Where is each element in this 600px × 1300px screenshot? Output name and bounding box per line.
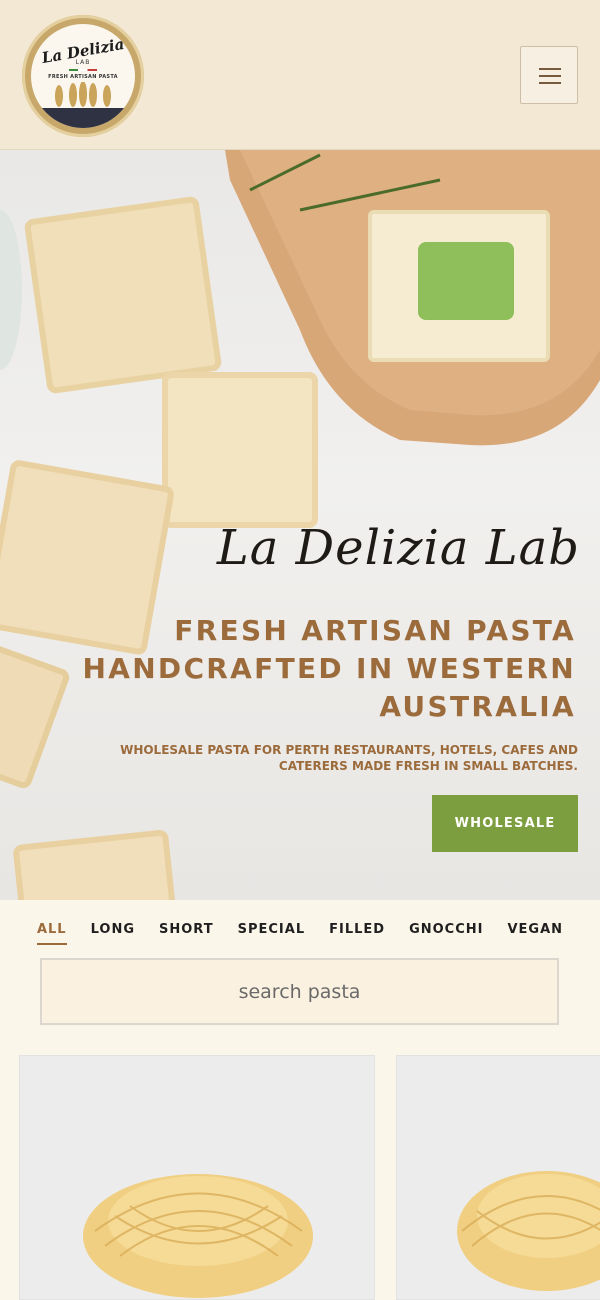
pasta-nest-image xyxy=(83,1174,313,1298)
logo-lab-text: LAB xyxy=(75,59,91,66)
tab-short[interactable]: SHORT xyxy=(159,922,214,945)
italian-flag-icon xyxy=(69,69,97,71)
wheat-icon xyxy=(55,82,111,107)
tab-all[interactable]: ALL xyxy=(36,922,67,945)
product-grid xyxy=(0,1050,600,1300)
pasta-nest-image xyxy=(457,1171,600,1291)
hamburger-icon xyxy=(539,68,561,70)
product-card[interactable] xyxy=(19,1055,375,1300)
tab-long[interactable]: LONG xyxy=(91,922,135,945)
product-card[interactable] xyxy=(396,1055,600,1300)
logo-band xyxy=(31,108,135,128)
hero-subheadline: WHOLESALE PASTA FOR PERTH RESTAURANTS, H… xyxy=(120,743,578,773)
tab-filled[interactable]: FILLED xyxy=(329,922,385,945)
logo-tagline: FRESH ARTISAN PASTA xyxy=(48,74,118,80)
tab-gnocchi[interactable]: GNOCCHI xyxy=(409,922,483,945)
tab-special[interactable]: SPECIAL xyxy=(238,922,306,945)
hero-headline: FRESH ARTISAN PASTA HANDCRAFTED IN WESTE… xyxy=(82,614,576,723)
logo-badge: La Delizia LAB FRESH ARTISAN PASTA xyxy=(31,24,135,128)
wholesale-button[interactable]: WHOLESALE xyxy=(432,795,578,852)
pasta-filter-bar: ALL LONG SHORT SPECIAL FILLED GNOCCHI VE… xyxy=(0,900,600,1050)
search-pasta-input[interactable] xyxy=(40,958,559,1025)
brand-logo[interactable]: La Delizia LAB FRESH ARTISAN PASTA xyxy=(22,15,144,137)
tab-vegan[interactable]: VEGAN xyxy=(507,922,563,945)
category-tabs: ALL LONG SHORT SPECIAL FILLED GNOCCHI VE… xyxy=(0,922,600,945)
site-header: La Delizia LAB FRESH ARTISAN PASTA xyxy=(0,0,600,150)
hero-banner: La Delizia Lab FRESH ARTISAN PASTA HANDC… xyxy=(0,150,600,900)
hero-script-title: La Delizia Lab xyxy=(216,520,580,576)
hamburger-icon-line xyxy=(539,82,561,84)
hamburger-icon-line xyxy=(539,75,561,77)
menu-button[interactable] xyxy=(520,46,578,104)
